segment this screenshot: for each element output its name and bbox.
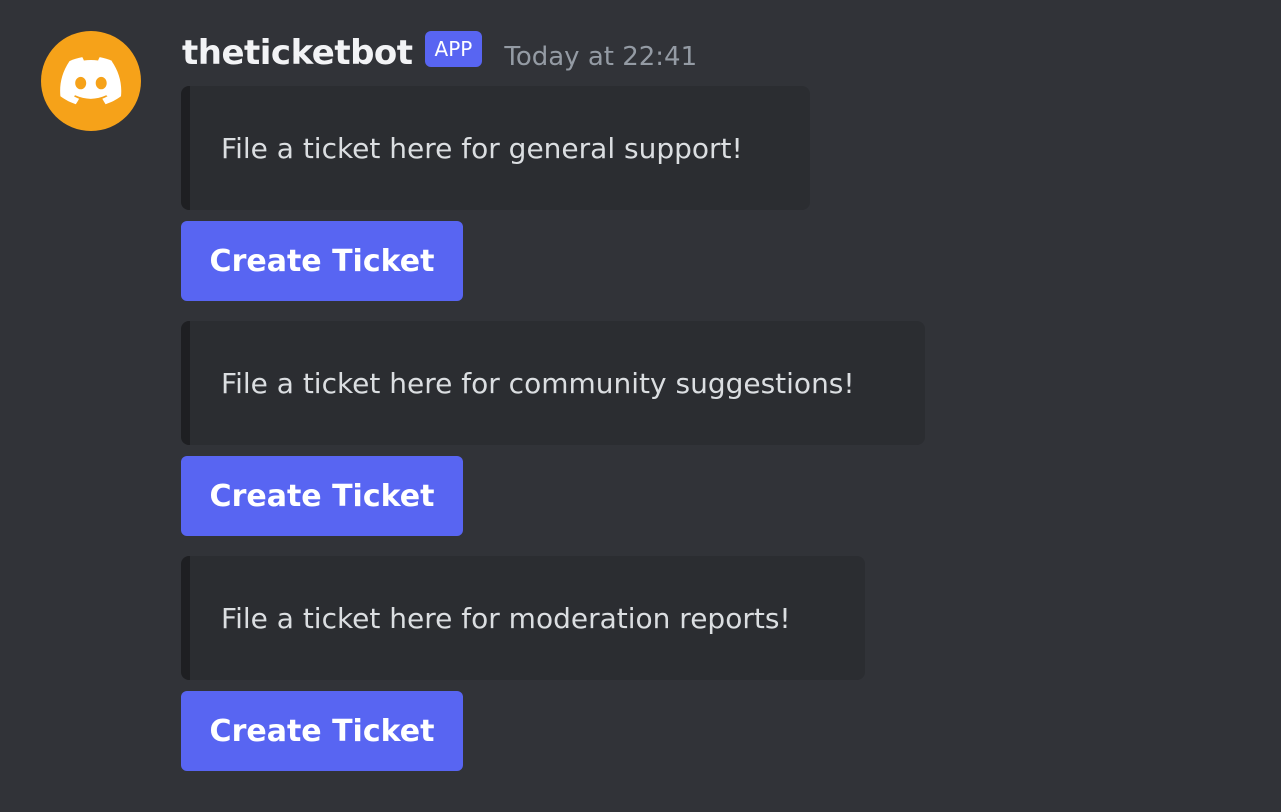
embed-description: File a ticket here for general support! (221, 131, 743, 165)
embed-general-support: File a ticket here for general support! (181, 86, 810, 210)
message-timestamp: Today at 22:41 (504, 42, 698, 72)
create-ticket-button-suggestions[interactable]: Create Ticket (181, 456, 463, 536)
embed-description: File a ticket here for moderation report… (221, 601, 791, 635)
author-username[interactable]: theticketbot (182, 33, 413, 73)
embed-description: File a ticket here for community suggest… (221, 366, 855, 400)
discord-logo-icon (60, 57, 122, 105)
avatar[interactable] (41, 31, 141, 131)
embed-moderation-reports: File a ticket here for moderation report… (181, 556, 865, 680)
create-ticket-button-general[interactable]: Create Ticket (181, 221, 463, 301)
create-ticket-button-moderation[interactable]: Create Ticket (181, 691, 463, 771)
message-header: theticketbot APP Today at 22:41 (182, 30, 697, 76)
app-badge: APP (424, 31, 483, 67)
embed-community-suggestions: File a ticket here for community suggest… (181, 321, 925, 445)
chat-message: theticketbot APP Today at 22:41 File a t… (0, 0, 1281, 812)
